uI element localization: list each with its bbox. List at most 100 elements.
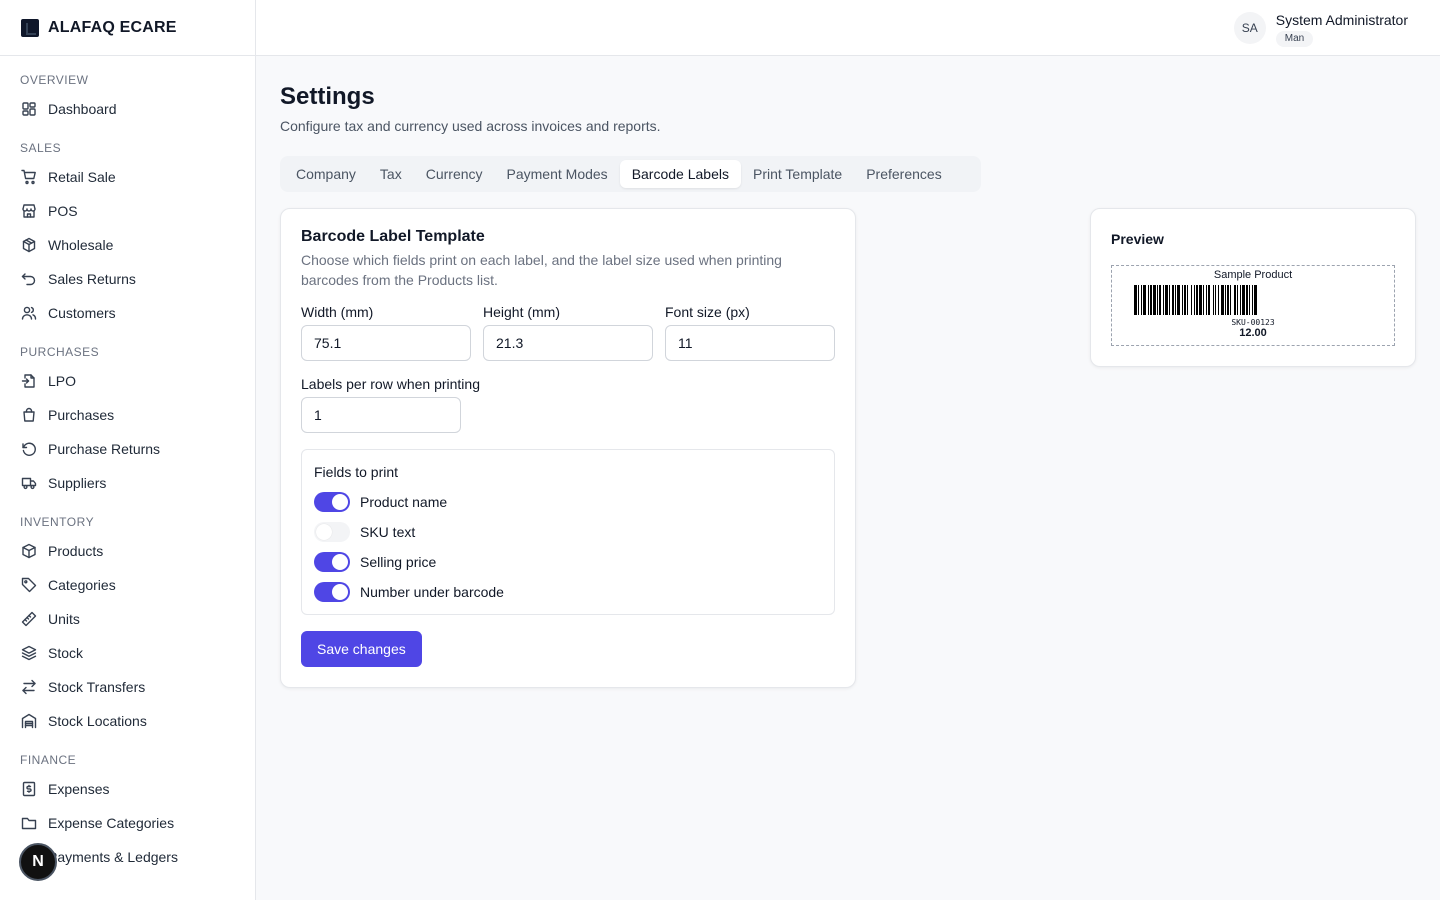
barcode-bar (1254, 285, 1257, 315)
toggle-knob (332, 554, 348, 570)
dashboard-icon (22, 102, 36, 116)
sidebar-item-label: Units (48, 611, 80, 627)
bag-icon (23, 407, 35, 422)
sidebar-item-customers[interactable]: Customers (0, 296, 255, 330)
nav-group: INVENTORY Products Categories Units Stock Sto… (0, 514, 255, 738)
barcode-bar (1213, 285, 1214, 315)
label-price: 12.00 (1239, 327, 1267, 339)
nav-group: SALES Retail Sale POS Wholesale Sales Return… (0, 140, 255, 330)
sku-text-toggle[interactable] (314, 522, 350, 542)
sidebar-item-label: Payments & Ledgers (48, 849, 178, 865)
toggle-row-number-under-barcode[interactable]: Number under barcode (314, 582, 504, 602)
height-input[interactable]: 21.3 (483, 325, 653, 361)
barcode-bar (1191, 285, 1192, 315)
sidebar-nav: OVERVIEW Dashboard SALES Retail Sale POS Whol… (0, 56, 255, 874)
labels-per-row-input[interactable]: 1 (301, 397, 461, 433)
tab-tax[interactable]: Tax (368, 160, 414, 188)
sku-text-toggle-label: SKU text (360, 524, 416, 540)
product-name-toggle[interactable] (314, 492, 350, 512)
sidebar-item-label: Retail Sale (48, 169, 116, 185)
boxes-icon (22, 237, 36, 253)
undo-icon (21, 273, 36, 286)
product-name-toggle-label: Product name (360, 494, 448, 510)
sidebar-item-purchases[interactable]: Purchases (0, 398, 255, 432)
font-size-input[interactable]: 11 (665, 325, 835, 361)
sidebar-item-purchase-returns[interactable]: Purchase Returns (0, 432, 255, 466)
sidebar-item-units[interactable]: Units (0, 602, 255, 636)
labels-per-row-label: Labels per row when printing (301, 376, 480, 392)
barcode-bar (1187, 285, 1188, 315)
avatar[interactable]: SA (1233, 12, 1266, 44)
brand[interactable]: ALAFAQ ECARE (0, 0, 255, 56)
barcode-bar (1227, 285, 1229, 315)
tab-company[interactable]: Company (284, 160, 368, 188)
sidebar-item-dashboard[interactable]: Dashboard (0, 92, 255, 126)
card-description: Choose which fields print on each label,… (301, 252, 782, 288)
sidebar-item-stock-transfers[interactable]: Stock Transfers (0, 670, 255, 704)
preview-card: Preview Sample Product SKU-00123 12.00 (1090, 208, 1416, 367)
toggle-knob (332, 494, 348, 510)
package-icon (22, 543, 36, 559)
save-button[interactable]: Save changes (301, 631, 422, 667)
toggle-row-product-name[interactable]: Product name (314, 492, 447, 512)
receipt-icon (22, 781, 36, 797)
sidebar-item-sales-returns[interactable]: Sales Returns (0, 262, 255, 296)
selling-price-toggle-label: Selling price (360, 554, 437, 570)
sidebar-item-label: Purchases (48, 407, 115, 423)
tab-barcode-labels[interactable]: Barcode Labels (619, 160, 741, 188)
sidebar-item-lpo[interactable]: LPO (0, 364, 255, 398)
selling-price-toggle[interactable] (314, 552, 350, 572)
barcode-bar (1175, 285, 1176, 315)
sidebar-item-label: Purchase Returns (48, 441, 161, 457)
sidebar-item-wholesale[interactable]: Wholesale (0, 228, 255, 262)
sidebar-item-label: POS (48, 203, 78, 219)
user-name: System Administrator (1275, 12, 1408, 28)
cart-icon (21, 169, 36, 185)
sidebar-item-stock-locations[interactable]: Stock Locations (0, 704, 255, 738)
user-menu[interactable]: SA System Administrator Man (1233, 12, 1408, 47)
barcode-icon (1134, 285, 1257, 315)
barcode-bar (1138, 285, 1139, 315)
tag-icon (21, 577, 37, 593)
dev-badge[interactable]: N (19, 843, 57, 881)
barcode-bar (1208, 285, 1210, 315)
number-under-barcode-toggle[interactable] (314, 582, 350, 602)
sidebar-item-suppliers[interactable]: Suppliers (0, 466, 255, 500)
sidebar-item-stock[interactable]: Stock (0, 636, 255, 670)
barcode-bar (1199, 285, 1202, 315)
toggle-row-selling-price[interactable]: Selling price (314, 552, 436, 572)
font-size-label: Font size (px) (665, 304, 750, 320)
barcode-bar (1184, 285, 1186, 315)
toggle-row-sku-text[interactable]: SKU text (314, 522, 415, 542)
barcode-bar (1234, 285, 1236, 315)
barcode-bar (1215, 285, 1216, 315)
sidebar-item-categories[interactable]: Categories (0, 568, 255, 602)
sidebar-item-expense-categories[interactable]: Expense Categories (0, 806, 255, 840)
barcode-bar (1252, 285, 1253, 315)
truck-icon (21, 477, 37, 490)
sidebar-item-expenses[interactable]: Expenses (0, 772, 255, 806)
sidebar: ALAFAQ ECARE OVERVIEW Dashboard SALES Retai… (0, 0, 256, 900)
sidebar-item-label: Sales Returns (48, 271, 136, 287)
barcode-bar (1134, 285, 1137, 315)
sidebar-item-pos[interactable]: POS (0, 194, 255, 228)
nav-section-title: FINANCE (20, 753, 77, 767)
nav-section-title: OVERVIEW (20, 73, 89, 87)
sidebar-item-products[interactable]: Products (0, 534, 255, 568)
width-input[interactable]: 75.1 (301, 325, 471, 361)
page-title: Settings (280, 83, 375, 110)
card-title: Barcode Label Template (301, 228, 485, 245)
sidebar-item-retail-sale[interactable]: Retail Sale (0, 160, 255, 194)
tab-currency[interactable]: Currency (414, 160, 495, 188)
barcode-bar (1230, 285, 1231, 315)
sidebar-item-label: Dashboard (48, 101, 117, 117)
store-icon (22, 204, 36, 218)
preview-title: Preview (1111, 231, 1164, 247)
topbar: SA System Administrator Man (256, 0, 1440, 56)
transfer-icon (22, 679, 36, 695)
tab-payment-modes[interactable]: Payment Modes (495, 160, 620, 188)
nav-group: OVERVIEW Dashboard (0, 72, 255, 126)
tab-preferences[interactable]: Preferences (854, 160, 953, 188)
barcode-bar (1153, 285, 1156, 315)
tab-print-template[interactable]: Print Template (741, 160, 854, 188)
